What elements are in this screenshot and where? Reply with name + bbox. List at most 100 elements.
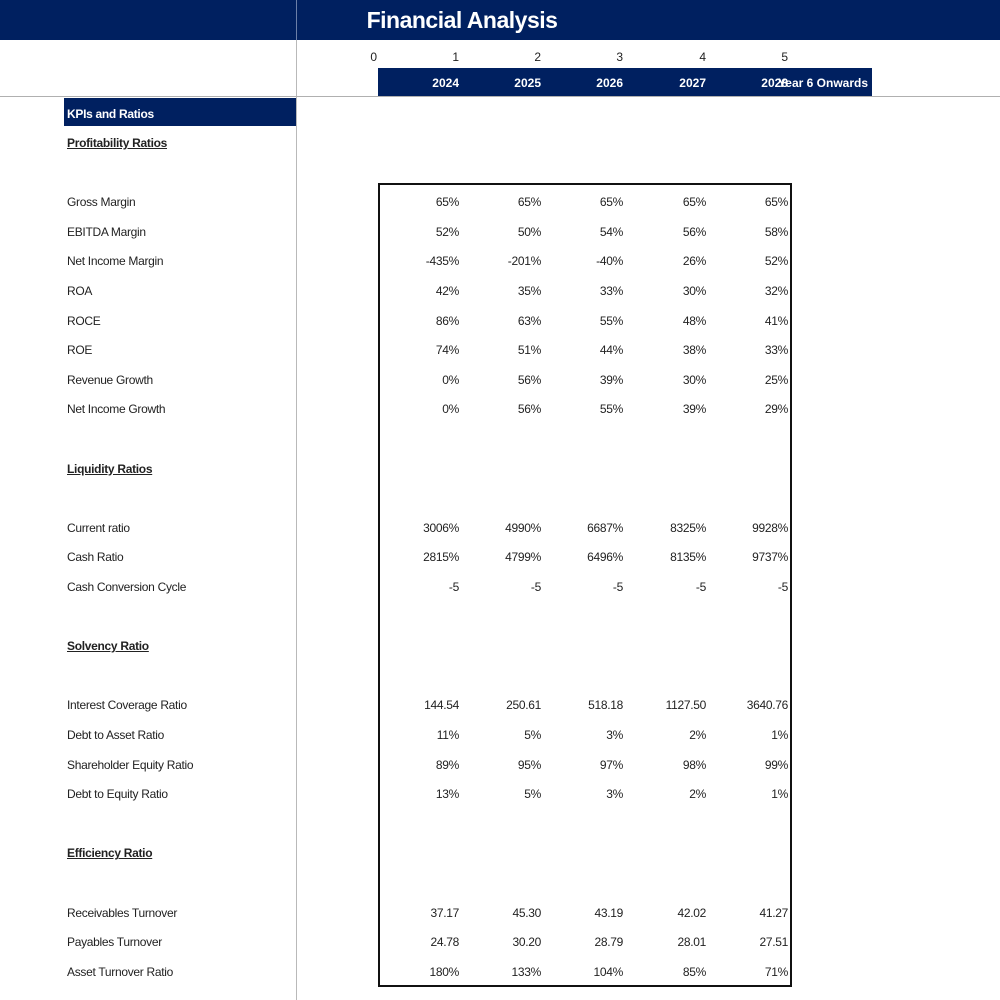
ratio-value: 98% <box>682 757 706 772</box>
ratio-value: 133% <box>511 964 542 979</box>
ratio-value: -5 <box>777 580 788 594</box>
ratio-value: 51% <box>517 343 541 358</box>
ratio-label: Net Income Margin <box>67 254 164 269</box>
ratio-value: 13% <box>435 787 459 802</box>
ratio-value: 5% <box>524 728 541 742</box>
ratio-value: 180% <box>429 964 460 979</box>
year-header: Year 6 Onwards <box>777 76 868 90</box>
ratio-value: 9737% <box>752 550 788 565</box>
ratio-value: 56% <box>517 402 541 417</box>
ratio-label: Gross Margin <box>67 195 136 210</box>
ratio-value: 44% <box>599 343 623 358</box>
column-divider <box>296 40 297 1000</box>
ratio-label: Net Income Growth <box>67 402 166 417</box>
ratio-value: 3640.76 <box>746 698 789 713</box>
ratio-value: 50% <box>517 224 541 239</box>
year-header: 2027 <box>679 76 706 90</box>
ratio-value: 24.78 <box>430 935 459 950</box>
ratio-value: 39% <box>682 402 706 417</box>
ratio-value: 41.27 <box>759 905 788 920</box>
ratio-value: 1% <box>771 728 788 742</box>
ratio-value: 8135% <box>670 550 706 565</box>
period-index: 0 <box>370 50 377 64</box>
ratio-value: 1127.50 <box>665 698 707 713</box>
ratio-value: 54% <box>599 224 623 239</box>
kpi-header: KPIs and Ratios <box>64 98 296 126</box>
ratio-label: Debt to Equity Ratio <box>67 787 168 802</box>
title-divider <box>296 0 297 40</box>
ratio-value: 30.20 <box>512 935 541 950</box>
period-index: 1 <box>452 50 459 64</box>
section-title: Liquidity Ratios <box>67 461 153 476</box>
ratio-label: Cash Ratio <box>67 550 124 565</box>
ratio-value: 65% <box>435 195 459 210</box>
ratio-value: 518.18 <box>588 698 623 713</box>
ratio-value: 37.17 <box>430 905 459 920</box>
section-title: Efficiency Ratio <box>67 846 153 861</box>
kpi-header-label: KPIs and Ratios <box>67 107 154 121</box>
ratio-value: 1% <box>771 787 788 802</box>
ratio-value: 28.01 <box>677 935 706 950</box>
year-header: 2025 <box>514 76 541 90</box>
year-header: 2026 <box>596 76 623 90</box>
ratio-value: 33% <box>599 284 623 298</box>
ratio-value: 52% <box>764 254 788 269</box>
header-divider <box>0 96 1000 97</box>
year-header: 2024 <box>432 76 459 90</box>
ratio-value: 39% <box>599 372 623 387</box>
ratio-value: -435% <box>425 254 460 269</box>
year-header-band: 2024 2025 2026 2027 2028 Year 6 Onwards <box>378 68 872 96</box>
ratio-value: -5 <box>448 580 459 594</box>
ratio-value: 43.19 <box>594 905 623 920</box>
ratio-value: 55% <box>599 402 623 417</box>
ratio-value: 29% <box>764 402 788 417</box>
ratio-value: 65% <box>599 195 623 210</box>
section-title: Solvency Ratio <box>67 639 149 654</box>
ratio-value: 95% <box>517 757 541 772</box>
ratio-value: 144.54 <box>424 698 459 713</box>
ratio-value: 52% <box>435 224 459 239</box>
ratio-value: 38% <box>682 343 706 358</box>
ratio-value: 5% <box>524 787 541 802</box>
ratio-value: 63% <box>517 313 541 328</box>
ratio-value: 32% <box>764 284 788 298</box>
section-title: Profitability Ratios <box>67 136 168 150</box>
ratio-value: 99% <box>764 757 788 772</box>
period-index: 5 <box>781 50 788 64</box>
ratio-value: 3% <box>606 787 623 802</box>
period-index: 4 <box>699 50 706 64</box>
ratio-value: 65% <box>682 195 706 210</box>
ratio-label: Shareholder Equity Ratio <box>67 757 194 772</box>
ratio-value: 56% <box>682 224 706 239</box>
ratio-value: 9928% <box>752 520 788 535</box>
ratio-value: 71% <box>764 964 788 979</box>
ratio-value: -5 <box>612 580 623 594</box>
ratio-value: 89% <box>435 757 459 772</box>
ratio-value: 26% <box>682 254 706 269</box>
ratio-value: 58% <box>764 224 788 239</box>
ratio-value: 4799% <box>505 550 541 565</box>
ratio-label: Current ratio <box>67 520 130 535</box>
ratio-value: 250.61 <box>506 698 541 713</box>
ratio-label: ROE <box>67 343 93 358</box>
title-bar: Financial Analysis <box>0 0 1000 40</box>
ratio-label: Interest Coverage Ratio <box>67 698 187 713</box>
ratio-value: 42% <box>435 284 459 298</box>
ratio-value: -5 <box>695 580 706 594</box>
ratio-value: 3006% <box>423 520 459 535</box>
ratio-label: Asset Turnover Ratio <box>67 964 174 979</box>
ratio-value: 30% <box>682 284 706 298</box>
ratio-value: 56% <box>517 372 541 387</box>
ratio-value: -40% <box>596 254 623 269</box>
ratio-value: 35% <box>517 284 541 298</box>
sheet-title: Financial Analysis <box>366 7 558 33</box>
ratio-label: Cash Conversion Cycle <box>67 580 187 594</box>
ratio-value: 2% <box>689 787 706 802</box>
ratio-value: 97% <box>599 757 623 772</box>
ratio-label: Revenue Growth <box>67 372 153 387</box>
ratio-value: -201% <box>507 254 542 269</box>
ratio-value: 0% <box>442 372 459 387</box>
ratio-label: ROA <box>67 284 93 298</box>
ratio-value: 85% <box>682 964 706 979</box>
ratio-value: 104% <box>593 964 624 979</box>
